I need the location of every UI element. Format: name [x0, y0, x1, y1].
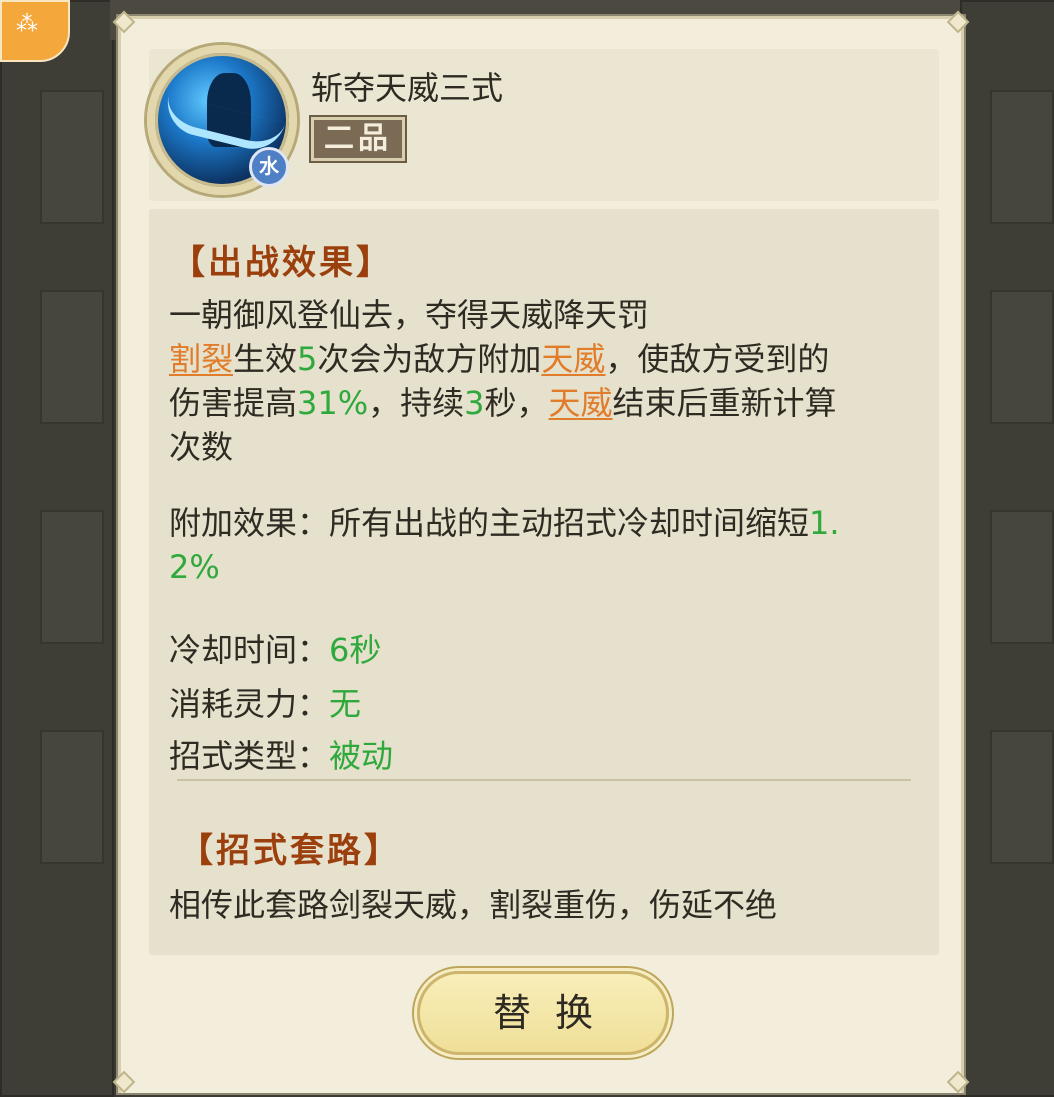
extra-effect: 附加效果：所有出战的主动招式冷却时间缩短1. 2%: [169, 501, 919, 589]
background-tile: [40, 510, 104, 644]
cooldown-stat: 冷却时间：6秒: [169, 625, 381, 671]
effect-flavor-text: 一朝御风登仙去，夺得天威降天罚: [169, 296, 650, 334]
skill-header: 水 斩夺天威三式 二品: [147, 45, 939, 201]
background-tile: [40, 730, 104, 864]
background-tile: [990, 510, 1054, 644]
cost-label: 消耗灵力：: [169, 685, 330, 723]
background-tile: [990, 290, 1054, 424]
background-tile: [40, 90, 104, 224]
skill-description-panel: 【出战效果】 一朝御风登仙去，夺得天威降天罚 割裂生效5次会为敌方附加天威，使敌…: [149, 209, 939, 955]
floating-menu-button[interactable]: ⁂: [0, 0, 70, 62]
keyword-link-tianwei[interactable]: 天威: [549, 384, 613, 422]
battle-effect-title: 【出战效果】: [171, 243, 393, 283]
replace-button[interactable]: 替换: [417, 971, 669, 1055]
effect-text: 结束后重新计算: [612, 384, 837, 422]
effect-text: 次数: [169, 428, 234, 466]
cooldown-value: 6秒: [329, 631, 382, 669]
effect-text: ，使敌方受到的: [605, 340, 830, 378]
effect-text: ，持续: [368, 384, 465, 422]
keyword-link-geli[interactable]: 割裂: [169, 340, 233, 378]
skill-detail-popup: 水 斩夺天威三式 二品 【出战效果】 一朝御风登仙去，夺得天威降天罚 割裂生效5…: [118, 16, 964, 1093]
effect-text: 伤害提高: [169, 384, 298, 422]
cost-stat: 消耗灵力：无: [169, 679, 361, 725]
routine-title: 【招式套路】: [179, 831, 401, 871]
extra-effect-label: 附加效果：所有出战的主动招式冷却时间缩短: [169, 504, 810, 542]
type-label: 招式类型：: [169, 737, 330, 775]
keyword-link-tianwei[interactable]: 天威: [541, 340, 605, 378]
effect-text: 次会为敌方附加: [317, 340, 542, 378]
routine-text: 相传此套路剑裂天威，割裂重伤，伤延不绝: [169, 886, 778, 924]
corner-ornament: [113, 1071, 135, 1093]
background-tile: [40, 290, 104, 424]
type-stat: 招式类型：被动: [169, 731, 393, 777]
corner-ornament: [947, 11, 969, 33]
section-divider: [177, 779, 911, 781]
extra-effect-value: 1.: [809, 504, 840, 542]
effect-value: 3: [464, 384, 485, 422]
background-tile: [990, 730, 1054, 864]
effect-value: 31%: [297, 384, 369, 422]
type-value: 被动: [329, 737, 394, 775]
background-tile: [990, 90, 1054, 224]
skill-name: 斩夺天威三式: [311, 69, 504, 107]
effect-text: 秒，: [484, 384, 549, 422]
extra-effect-value: 2%: [169, 548, 220, 586]
effect-description: 割裂生效5次会为敌方附加天威，使敌方受到的 伤害提高31%，持续3秒，天威结束后重…: [169, 337, 919, 469]
effect-text: 生效: [233, 340, 298, 378]
dots-icon: ⁂: [16, 12, 38, 37]
effect-value: 5: [297, 340, 318, 378]
corner-ornament: [113, 11, 135, 33]
cooldown-label: 冷却时间：: [169, 631, 330, 669]
cost-value: 无: [329, 685, 362, 723]
grade-badge: 二品: [309, 115, 407, 163]
water-element-badge: 水: [249, 147, 289, 187]
corner-ornament: [947, 1071, 969, 1093]
